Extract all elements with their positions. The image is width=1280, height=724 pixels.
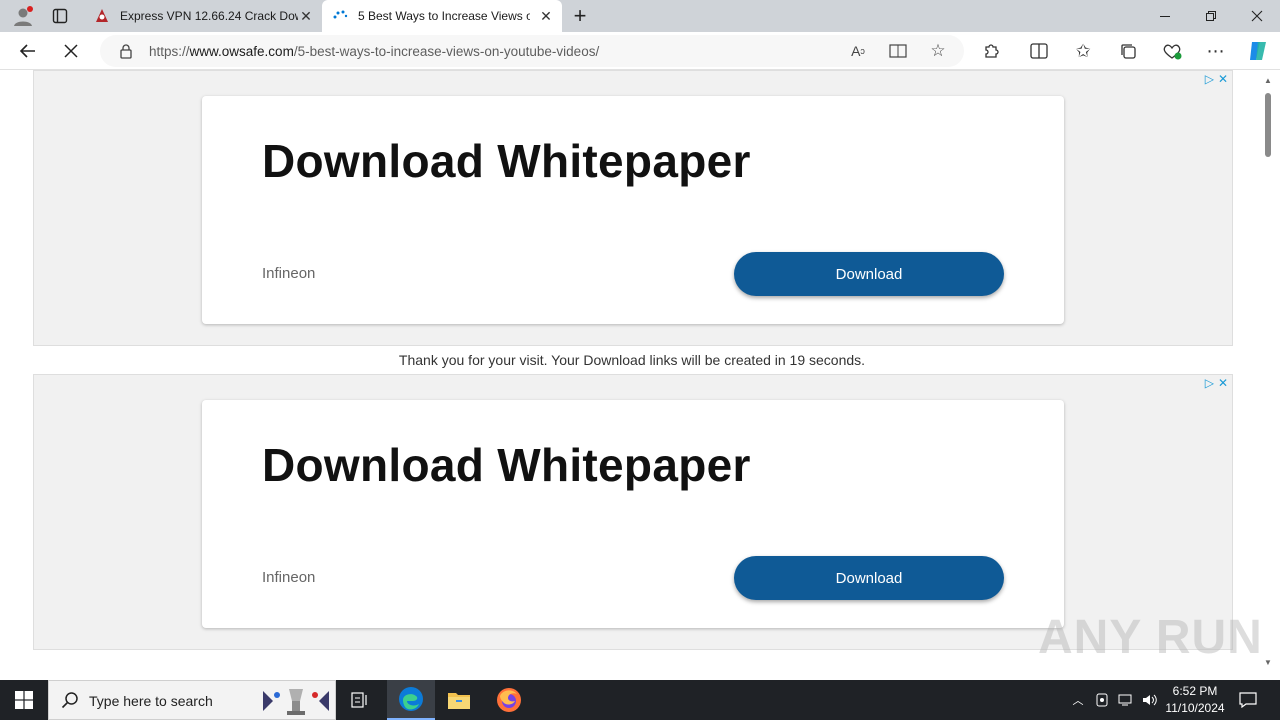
ad-choices[interactable]: ▷ ✕: [1205, 376, 1228, 390]
scroll-down-arrow-icon[interactable]: ▼: [1264, 658, 1272, 667]
copilot-icon[interactable]: [1244, 37, 1272, 65]
network-icon[interactable]: [1116, 690, 1136, 710]
search-highlight-icon: [259, 683, 333, 724]
lock-icon[interactable]: [114, 39, 138, 63]
clock-time: 6:52 PM: [1172, 684, 1218, 698]
file-explorer-folder-icon[interactable]: [435, 680, 483, 720]
scrollbar-thumb[interactable]: [1265, 93, 1271, 157]
task-view-icon[interactable]: [336, 680, 384, 720]
split-screen-icon[interactable]: [1025, 37, 1053, 65]
favorites-icon[interactable]: ✩: [1069, 37, 1097, 65]
immersive-reader-icon[interactable]: [886, 39, 910, 63]
browser-essentials-icon[interactable]: [1158, 37, 1186, 65]
volume-speaker-icon[interactable]: [1140, 690, 1160, 710]
close-window-button[interactable]: [1234, 0, 1280, 32]
tab-title: Express VPN 12.66.24 Crack Down: [120, 9, 298, 23]
taskbar-edge-icon[interactable]: [387, 680, 435, 720]
notification-center-icon[interactable]: [1238, 690, 1258, 710]
ad-info-icon[interactable]: ▷: [1205, 72, 1214, 86]
url-text[interactable]: https://www.owsafe.com/5-best-ways-to-in…: [149, 44, 599, 59]
taskbar-search-box[interactable]: Type here to search: [48, 680, 336, 720]
url-domain: www.owsafe.com: [189, 44, 294, 59]
security-tray-icon[interactable]: [1092, 690, 1112, 710]
tab-strip: Express VPN 12.66.24 Crack Down ✕ 5 Best…: [0, 0, 1280, 32]
read-aloud-icon[interactable]: Aↄ: [846, 39, 870, 63]
address-bar[interactable]: https://www.owsafe.com/5-best-ways-to-in…: [100, 35, 964, 67]
tab-title: 5 Best Ways to Increase Views on: [358, 9, 530, 23]
start-windows-icon[interactable]: [0, 680, 48, 720]
extensions-icon[interactable]: [977, 37, 1005, 65]
ad-download-button[interactable]: Download: [734, 556, 1004, 600]
url-scheme: https://: [149, 44, 190, 59]
tab-active-page[interactable]: 5 Best Ways to Increase Views on ✕: [322, 0, 562, 32]
tab-close-icon[interactable]: ✕: [298, 8, 314, 24]
stop-loading-icon[interactable]: [57, 37, 85, 65]
clock-date: 11/10/2024: [1165, 701, 1225, 715]
hacker-favicon-icon: [94, 8, 110, 27]
ad-headline: Download Whitepaper: [262, 135, 751, 187]
page-content: ▷ ✕ Download Whitepaper Infineon Downloa…: [4, 70, 1260, 674]
workspaces-icon[interactable]: [46, 0, 74, 32]
minimize-button[interactable]: [1142, 0, 1188, 32]
ad-choices[interactable]: ▷ ✕: [1205, 72, 1228, 86]
browser-toolbar: https://www.owsafe.com/5-best-ways-to-in…: [0, 32, 1280, 70]
anyrun-watermark: ANY RUN: [1038, 611, 1263, 664]
restore-button[interactable]: [1188, 0, 1234, 32]
page-scrollbar[interactable]: ▲ ▼: [1260, 70, 1280, 674]
favorite-star-icon[interactable]: ☆: [926, 39, 950, 63]
taskbar-clock[interactable]: 6:52 PM 11/10/2024: [1160, 683, 1230, 717]
ad-banner-2[interactable]: ▷ ✕ Download Whitepaper Infineon Downloa…: [33, 374, 1233, 650]
ad-card[interactable]: Download Whitepaper Infineon Download: [202, 96, 1064, 324]
ad-download-button[interactable]: Download: [734, 252, 1004, 296]
windows-taskbar: Type here to search ︿ 6:52 PM 11/10/2024: [0, 680, 1280, 720]
tab-close-icon[interactable]: ✕: [538, 8, 554, 24]
search-placeholder: Type here to search: [89, 693, 213, 709]
scroll-up-arrow-icon[interactable]: ▲: [1264, 76, 1272, 85]
new-tab-plus-icon[interactable]: +: [566, 0, 594, 32]
ad-headline: Download Whitepaper: [262, 439, 751, 491]
download-countdown-text: Thank you for your visit. Your Download …: [398, 352, 866, 368]
loading-spinner-icon: [332, 8, 348, 27]
collections-icon[interactable]: [1114, 37, 1142, 65]
settings-more-icon[interactable]: ⋯: [1202, 37, 1230, 65]
ad-close-icon[interactable]: ✕: [1218, 376, 1228, 390]
ad-close-icon[interactable]: ✕: [1218, 72, 1228, 86]
firefox-icon[interactable]: [485, 680, 533, 720]
tray-overflow-chevron-icon[interactable]: ︿: [1068, 690, 1088, 710]
ad-banner-1[interactable]: ▷ ✕ Download Whitepaper Infineon Downloa…: [33, 70, 1233, 346]
ad-card[interactable]: Download Whitepaper Infineon Download: [202, 400, 1064, 628]
ad-advertiser: Infineon: [262, 265, 316, 282]
ad-info-icon[interactable]: ▷: [1205, 376, 1214, 390]
search-icon: [61, 691, 79, 714]
back-arrow-icon[interactable]: [14, 37, 42, 65]
profile-avatar-icon[interactable]: [8, 0, 38, 32]
ad-advertiser: Infineon: [262, 569, 316, 586]
tab-express-vpn[interactable]: Express VPN 12.66.24 Crack Down ✕: [84, 0, 322, 32]
url-path: /5-best-ways-to-increase-views-on-youtub…: [293, 44, 600, 59]
